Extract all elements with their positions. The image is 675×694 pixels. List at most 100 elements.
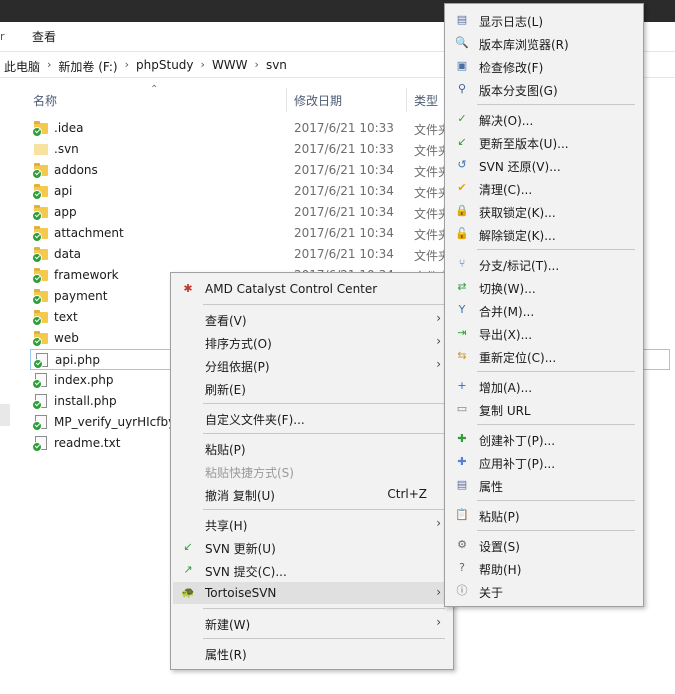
menu-item-label: AMD Catalyst Control Center bbox=[205, 282, 378, 296]
folder-icon bbox=[32, 163, 48, 179]
menu-item-label: SVN 提交(C)... bbox=[205, 565, 287, 579]
menu-item[interactable]: 🔒 获取锁定(K)... bbox=[447, 200, 641, 222]
chevron-right-icon: › bbox=[436, 311, 441, 325]
breadcrumb-item[interactable]: 新加卷 (F:) bbox=[58, 58, 117, 75]
menu-item[interactable]: 新建(W) › bbox=[173, 612, 451, 634]
menu-item[interactable]: 🔓 解除锁定(K)... bbox=[447, 223, 641, 245]
menu-item[interactable]: 分组依据(P) › bbox=[173, 354, 451, 376]
svn-normal-overlay-icon bbox=[32, 190, 42, 200]
column-divider[interactable] bbox=[286, 88, 287, 112]
update-to-revision-icon: ↙ bbox=[457, 135, 467, 148]
menu-item[interactable]: + 增加(A)... bbox=[447, 375, 641, 397]
menu-item[interactable]: ↙ SVN 更新(U) bbox=[173, 536, 451, 558]
file-name: index.php bbox=[54, 373, 114, 387]
menu-item-label: TortoiseSVN bbox=[205, 586, 277, 600]
folder-icon bbox=[32, 184, 48, 200]
menu-item[interactable]: ↗ SVN 提交(C)... bbox=[173, 559, 451, 581]
menu-item[interactable]: 共享(H) › bbox=[173, 513, 451, 535]
menu-item-label: 复制 URL bbox=[479, 404, 531, 418]
file-icon bbox=[32, 373, 48, 389]
file-name: attachment bbox=[54, 226, 124, 240]
sort-ascending-icon: ⌃ bbox=[150, 84, 159, 95]
menu-item-label: 粘贴(P) bbox=[479, 510, 520, 524]
menu-item-label: 粘贴快捷方式(S) bbox=[205, 466, 294, 480]
menu-item[interactable]: ⇄ 切换(W)... bbox=[447, 276, 641, 298]
menu-item[interactable]: 📋 粘贴(P) bbox=[447, 504, 641, 526]
menu-item[interactable]: 🔍 版本库浏览器(R) bbox=[447, 32, 641, 54]
menu-item[interactable]: ⚙ 设置(S) bbox=[447, 534, 641, 556]
file-name: app bbox=[54, 205, 77, 219]
svn-normal-overlay-icon bbox=[32, 274, 42, 284]
file-date: 2017/6/21 10:33 bbox=[294, 142, 394, 156]
menu-item[interactable]: 🐢 TortoiseSVN › bbox=[173, 582, 451, 604]
menu-item[interactable]: ⑂ 分支/标记(T)... bbox=[447, 253, 641, 275]
menu-item[interactable]: 查看(V) › bbox=[173, 308, 451, 330]
file-date: 2017/6/21 10:34 bbox=[294, 163, 394, 177]
repo-browser-icon: 🔍 bbox=[455, 36, 469, 49]
menu-item[interactable]: ⇆ 重新定位(C)... bbox=[447, 345, 641, 367]
column-name[interactable]: 名称 bbox=[33, 92, 57, 109]
menu-item-label: 创建补丁(P)... bbox=[479, 434, 556, 448]
menu-item[interactable]: ▤ 显示日志(L) bbox=[447, 9, 641, 31]
menu-item[interactable]: Y 合并(M)... bbox=[447, 299, 641, 321]
breadcrumb-item[interactable]: 此电脑 bbox=[4, 58, 40, 75]
breadcrumb-item[interactable]: phpStudy bbox=[136, 58, 194, 75]
menu-item[interactable]: ▤ 属性 bbox=[447, 474, 641, 496]
svn-normal-overlay-icon bbox=[32, 295, 42, 305]
svn-normal-overlay-icon bbox=[33, 359, 43, 369]
file-name: addons bbox=[54, 163, 98, 177]
menu-item[interactable]: ⇥ 导出(X)... bbox=[447, 322, 641, 344]
menu-item-label: 增加(A)... bbox=[479, 381, 533, 395]
column-type[interactable]: 类型 bbox=[414, 92, 438, 109]
menu-item[interactable]: ✓ 解决(O)... bbox=[447, 108, 641, 130]
menu-item[interactable]: 粘贴(P) bbox=[173, 437, 451, 459]
chevron-right-icon[interactable]: › bbox=[255, 58, 259, 75]
menu-item[interactable]: ✚ 应用补丁(P)... bbox=[447, 451, 641, 473]
menu-item-label: 粘贴(P) bbox=[205, 443, 246, 457]
breadcrumb-item[interactable]: svn bbox=[266, 58, 287, 75]
menu-separator bbox=[477, 371, 635, 372]
breadcrumb-item[interactable]: WWW bbox=[212, 58, 248, 75]
tab-view[interactable]: 查看 bbox=[32, 28, 56, 45]
menu-separator bbox=[203, 608, 445, 609]
apply-patch-icon: ✚ bbox=[457, 455, 467, 468]
menu-item[interactable]: ? 帮助(H) bbox=[447, 557, 641, 579]
menu-item[interactable]: ▭ 复制 URL bbox=[447, 398, 641, 420]
menu-item[interactable]: ✔ 清理(C)... bbox=[447, 177, 641, 199]
menu-item[interactable]: 排序方式(O) › bbox=[173, 331, 451, 353]
menu-item[interactable]: ✚ 创建补丁(P)... bbox=[447, 428, 641, 450]
menu-item[interactable]: ⓘ 关于 bbox=[447, 580, 641, 602]
menu-item-label: 获取锁定(K)... bbox=[479, 206, 556, 220]
menu-item-label: 解除锁定(K)... bbox=[479, 229, 556, 243]
menu-item[interactable]: 撤消 复制(U) Ctrl+Z bbox=[173, 483, 451, 505]
chevron-right-icon: › bbox=[436, 585, 441, 599]
menu-item[interactable]: ✱ AMD Catalyst Control Center bbox=[173, 278, 451, 300]
file-name: readme.txt bbox=[54, 436, 121, 450]
add-icon: + bbox=[457, 379, 467, 392]
unlock-icon: 🔓 bbox=[455, 227, 469, 240]
svn-normal-overlay-icon bbox=[32, 379, 42, 389]
menu-item[interactable]: ▣ 检查修改(F) bbox=[447, 55, 641, 77]
folder-icon bbox=[32, 268, 48, 284]
create-patch-icon: ✚ bbox=[457, 432, 467, 445]
chevron-right-icon[interactable]: › bbox=[47, 58, 51, 75]
menu-separator bbox=[203, 509, 445, 510]
menu-item[interactable]: ↺ SVN 还原(V)... bbox=[447, 154, 641, 176]
menu-item-label: 查看(V) bbox=[205, 314, 247, 328]
chevron-right-icon[interactable]: › bbox=[125, 58, 129, 75]
menu-item[interactable]: 属性(R) bbox=[173, 642, 451, 664]
menu-item-label: 排序方式(O) bbox=[205, 337, 272, 351]
folder-icon bbox=[32, 205, 48, 221]
column-modified[interactable]: 修改日期 bbox=[294, 92, 342, 109]
svn-normal-overlay-icon bbox=[32, 127, 42, 137]
menu-separator bbox=[203, 638, 445, 639]
chevron-right-icon: › bbox=[436, 615, 441, 629]
menu-item[interactable]: ⚲ 版本分支图(G) bbox=[447, 78, 641, 100]
menu-item[interactable]: 刷新(E) bbox=[173, 377, 451, 399]
column-divider[interactable] bbox=[406, 88, 407, 112]
menu-item[interactable]: ↙ 更新至版本(U)... bbox=[447, 131, 641, 153]
menu-item-label: 版本库浏览器(R) bbox=[479, 38, 569, 52]
menu-item[interactable]: 自定义文件夹(F)... bbox=[173, 407, 451, 429]
chevron-right-icon[interactable]: › bbox=[201, 58, 205, 75]
file-name: api.php bbox=[55, 353, 100, 367]
